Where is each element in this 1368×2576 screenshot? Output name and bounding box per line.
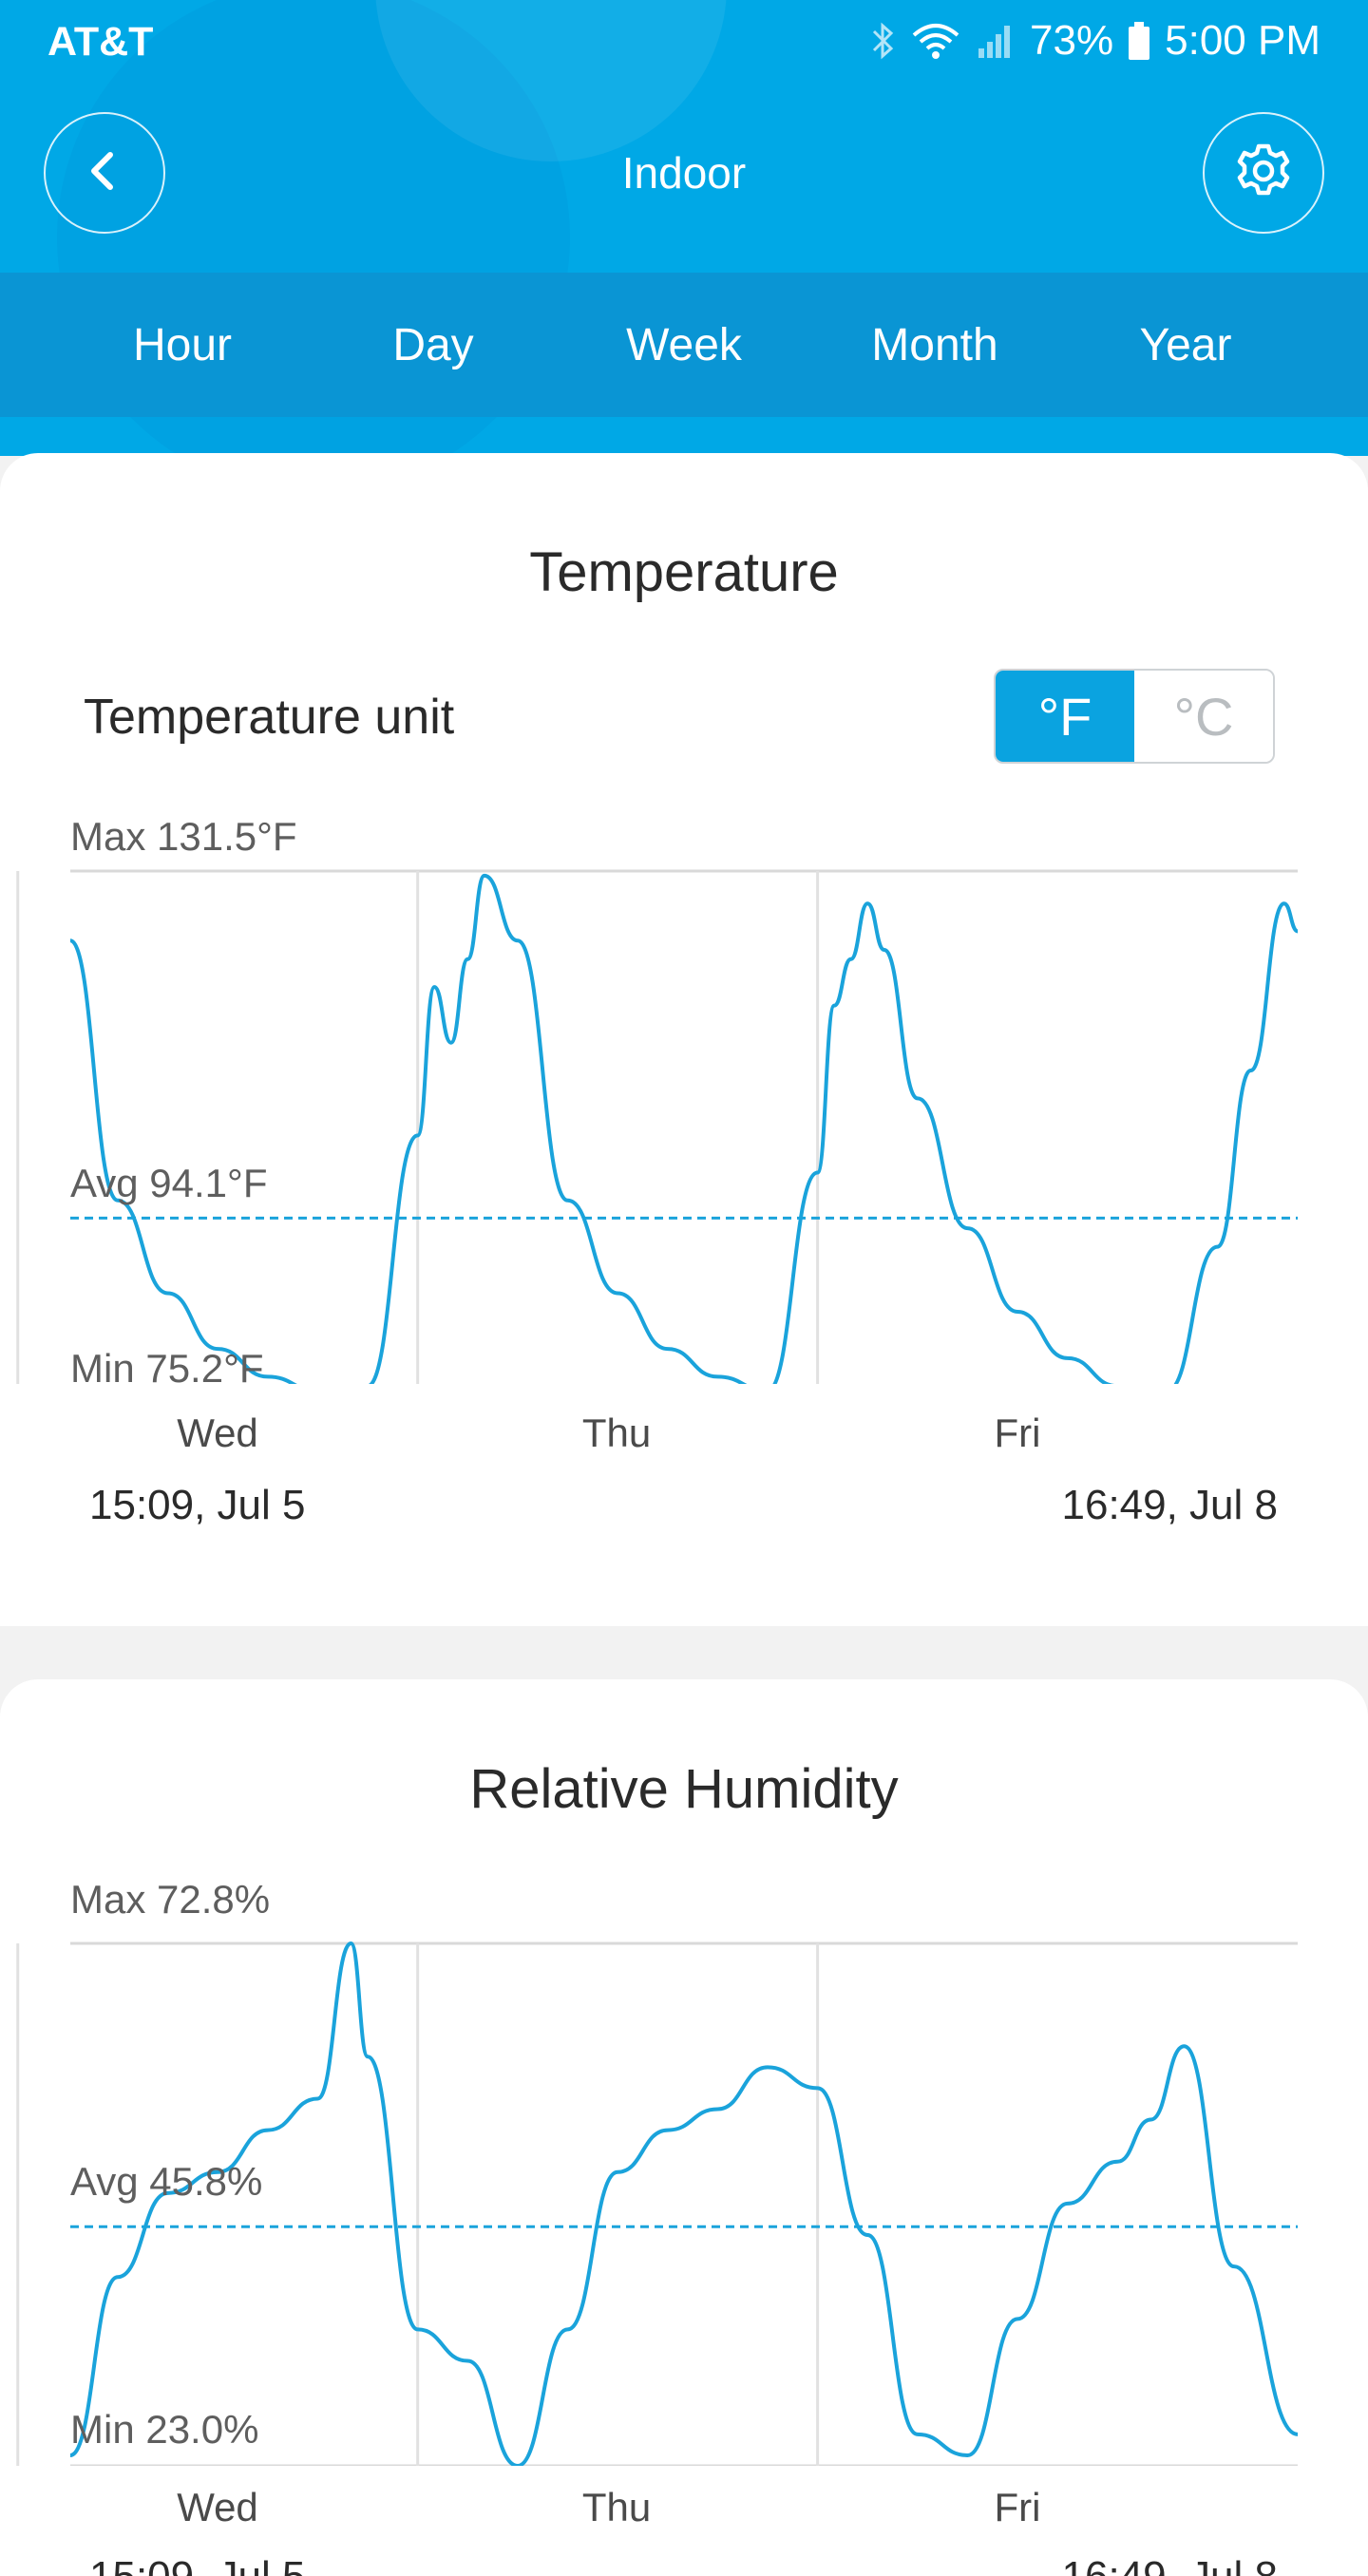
humidity-chart: Max 72.8% Avg 45.8% Min 23.0% xyxy=(0,1877,1368,2466)
temperature-chart: Max 131.5°F Avg 94.1°F Min 75.2°F xyxy=(0,814,1368,1391)
clock: 5:00 PM xyxy=(1165,17,1320,64)
temperature-title: Temperature xyxy=(529,541,839,603)
settings-button[interactable] xyxy=(1203,112,1324,234)
temperature-range-end: 16:49, Jul 8 xyxy=(1061,1482,1279,1528)
page-title: Indoor xyxy=(621,148,747,198)
carrier-label: AT&T xyxy=(48,19,154,65)
bluetooth-icon xyxy=(868,20,897,62)
gear-icon xyxy=(1233,141,1294,206)
battery-percent: 73% xyxy=(1030,17,1114,64)
range-tab-bar: Hour Day Week Month Year xyxy=(0,273,1368,417)
tab-year[interactable]: Year xyxy=(1060,319,1311,371)
humidity-xtick-wed: Wed xyxy=(177,2485,258,2529)
tab-month[interactable]: Month xyxy=(809,319,1060,371)
humidity-avg-label: Avg 45.8% xyxy=(70,2159,263,2204)
temperature-chart-svg xyxy=(16,869,1299,1384)
status-bar: AT&T 73% 5:00 PM xyxy=(0,0,1368,82)
humidity-title: Relative Humidity xyxy=(469,1758,899,1820)
temperature-xtick-wed: Wed xyxy=(177,1411,258,1455)
temperature-range-start: 15:09, Jul 5 xyxy=(89,1482,306,1528)
humidity-min-label: Min 23.0% xyxy=(70,2407,259,2452)
humidity-max-label: Max 72.8% xyxy=(70,1877,271,1922)
signal-icon xyxy=(975,20,1016,62)
tab-hour[interactable]: Hour xyxy=(57,319,308,371)
humidity-range-end: 16:49, Jul 8 xyxy=(1062,2553,1279,2576)
temperature-avg-label: Avg 94.1°F xyxy=(70,1161,268,1205)
humidity-card: Relative Humidity Max 72.8% Avg 45.8% Mi… xyxy=(0,1679,1368,2576)
temperature-max-label: Max 131.5°F xyxy=(70,814,297,859)
unit-celsius-button[interactable]: °C xyxy=(1134,671,1273,762)
temperature-unit-label: Temperature unit xyxy=(84,690,455,745)
tab-day[interactable]: Day xyxy=(308,319,559,371)
wifi-icon xyxy=(910,20,961,62)
battery-icon xyxy=(1127,20,1151,62)
tab-week[interactable]: Week xyxy=(559,319,809,371)
app-header: AT&T 73% 5:00 PM Indoor Hour Day Week Mo… xyxy=(0,0,1368,456)
temperature-series-line xyxy=(69,873,1299,1384)
temperature-card: Temperature Temperature unit °F °C Max 1… xyxy=(0,453,1368,1626)
temperature-unit-toggle: °F °C xyxy=(994,669,1275,764)
humidity-series-line xyxy=(69,1941,1299,2466)
temperature-xtick-fri: Fri xyxy=(994,1411,1041,1455)
temperature-xtick-thu: Thu xyxy=(581,1411,652,1455)
humidity-xtick-thu: Thu xyxy=(581,2485,652,2529)
humidity-range-start: 15:09, Jul 5 xyxy=(89,2553,306,2576)
temperature-min-label: Min 75.2°F xyxy=(70,1346,264,1391)
humidity-xtick-fri: Fri xyxy=(994,2485,1041,2529)
unit-fahrenheit-button[interactable]: °F xyxy=(996,671,1134,762)
